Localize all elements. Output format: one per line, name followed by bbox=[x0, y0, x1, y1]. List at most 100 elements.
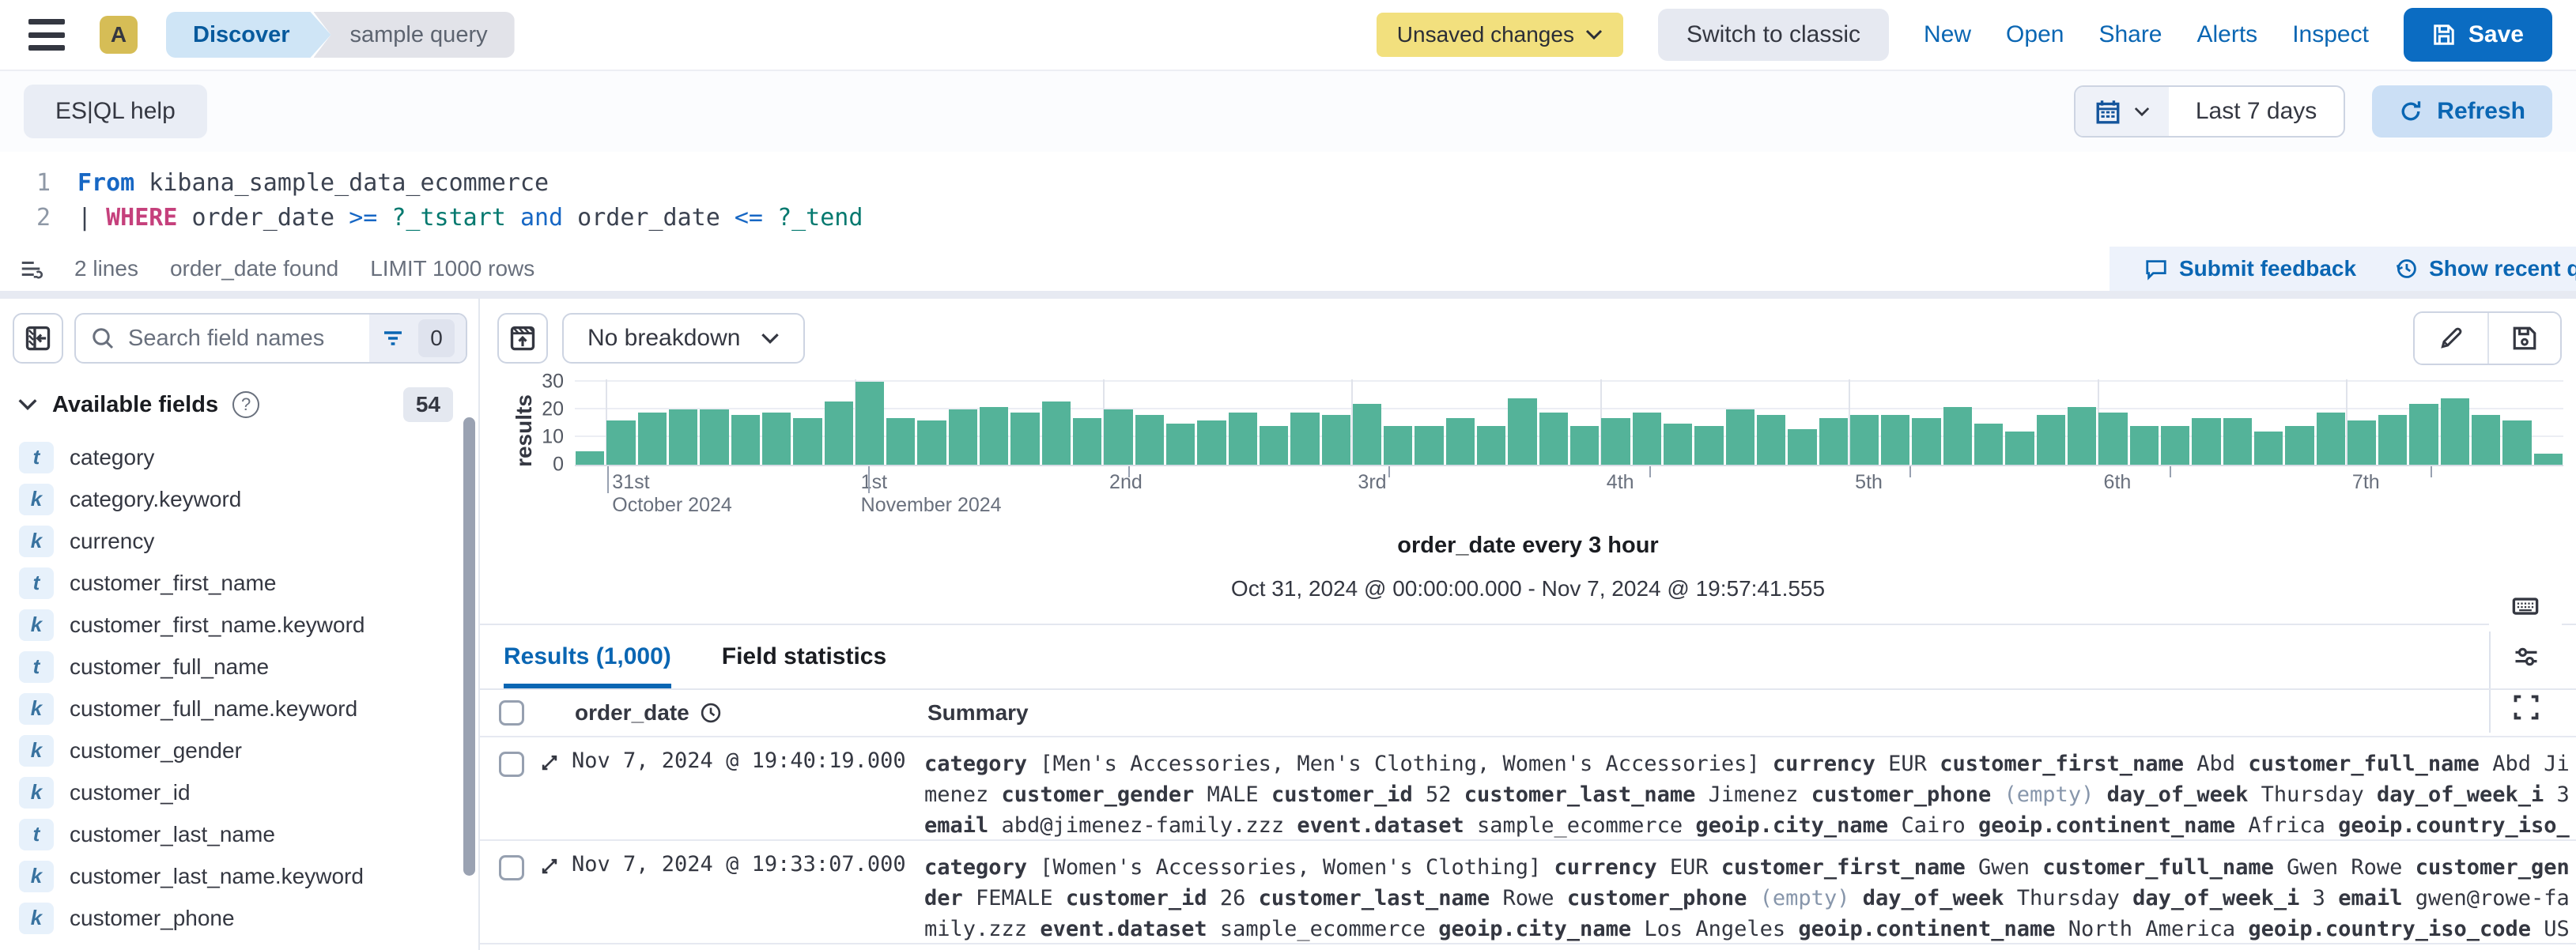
histogram-bar[interactable] bbox=[1757, 415, 1785, 465]
save-button[interactable]: Save bbox=[2404, 8, 2552, 62]
histogram-bar[interactable] bbox=[2192, 418, 2220, 465]
histogram-bar[interactable] bbox=[2068, 407, 2096, 465]
histogram-bar[interactable] bbox=[825, 401, 853, 465]
histogram-bar[interactable] bbox=[1197, 420, 1226, 465]
menu-link-new[interactable]: New bbox=[1924, 21, 1971, 48]
histogram-bar[interactable] bbox=[980, 407, 1008, 465]
histogram-bar[interactable] bbox=[1974, 424, 2003, 465]
histogram-bar[interactable] bbox=[1260, 426, 1288, 465]
histogram-bar[interactable] bbox=[1166, 424, 1195, 465]
histogram-bar[interactable] bbox=[1229, 413, 1257, 465]
esql-help-button[interactable]: ES|QL help bbox=[24, 85, 207, 138]
histogram-bar[interactable] bbox=[2347, 420, 2376, 465]
histogram-bar[interactable] bbox=[917, 420, 946, 465]
histogram-bar[interactable] bbox=[1477, 426, 1505, 465]
editor-line[interactable]: 2| WHERE order_date >= ?_tstart and orde… bbox=[0, 201, 2576, 236]
field-item-customer_phone[interactable]: kcustomer_phone bbox=[13, 897, 467, 939]
histogram-bar[interactable] bbox=[2472, 415, 2500, 465]
menu-link-open[interactable]: Open bbox=[2006, 21, 2064, 48]
display-options-button[interactable] bbox=[2489, 631, 2562, 682]
histogram-bar[interactable] bbox=[669, 409, 697, 465]
histogram-bar[interactable] bbox=[1694, 426, 1723, 465]
histogram-bar[interactable] bbox=[1881, 415, 1909, 465]
histogram-bar[interactable] bbox=[2254, 432, 2283, 465]
histogram-bar[interactable] bbox=[1322, 415, 1350, 465]
column-header-order-date[interactable]: order_date bbox=[575, 700, 891, 726]
field-item-customer_id[interactable]: kcustomer_id bbox=[13, 771, 467, 813]
histogram-bar[interactable] bbox=[1570, 426, 1599, 465]
histogram-bar[interactable] bbox=[2037, 415, 2065, 465]
histogram-bar[interactable] bbox=[1353, 404, 1381, 465]
field-item-category.keyword[interactable]: kcategory.keyword bbox=[13, 478, 467, 520]
histogram-bar[interactable] bbox=[1104, 409, 1132, 465]
histogram-bar[interactable] bbox=[1819, 418, 1848, 465]
field-item-currency[interactable]: kcurrency bbox=[13, 520, 467, 562]
histogram-bar[interactable] bbox=[1042, 401, 1071, 465]
submit-feedback-link[interactable]: Submit feedback bbox=[2144, 256, 2356, 281]
histogram-bar[interactable] bbox=[1664, 424, 1692, 465]
histogram-bar[interactable] bbox=[1446, 418, 1475, 465]
export-visualization-button[interactable] bbox=[497, 313, 548, 364]
space-avatar[interactable]: A bbox=[100, 16, 138, 54]
histogram-bar[interactable] bbox=[2534, 454, 2563, 465]
field-filter-button[interactable]: 0 bbox=[369, 315, 466, 362]
histogram-bar[interactable] bbox=[1290, 413, 1319, 465]
collapse-sidebar-button[interactable] bbox=[13, 313, 63, 364]
row-checkbox[interactable] bbox=[499, 752, 524, 777]
histogram-bar[interactable] bbox=[2441, 398, 2469, 465]
histogram-bar[interactable] bbox=[1788, 429, 1816, 465]
field-item-category[interactable]: tcategory bbox=[13, 436, 467, 478]
breadcrumb-discover[interactable]: Discover bbox=[166, 12, 331, 58]
breakdown-select[interactable]: No breakdown bbox=[562, 313, 805, 364]
histogram-bar[interactable] bbox=[793, 418, 822, 465]
histogram-bar[interactable] bbox=[762, 413, 791, 465]
keyboard-shortcuts-button[interactable] bbox=[2489, 581, 2562, 631]
histogram-bar[interactable] bbox=[1508, 398, 1536, 465]
esql-editor[interactable]: 1From kibana_sample_data_ecommerce2| WHE… bbox=[0, 152, 2576, 247]
refresh-button[interactable]: Refresh bbox=[2372, 85, 2552, 138]
tab-results[interactable]: Results (1,000) bbox=[504, 625, 671, 688]
histogram-chart[interactable]: results 0102030 31stOctober 20241stNovem… bbox=[480, 379, 2563, 515]
editor-line[interactable]: 1From kibana_sample_data_ecommerce bbox=[0, 166, 2576, 201]
histogram-bar[interactable] bbox=[1633, 413, 1661, 465]
histogram-bar[interactable] bbox=[2223, 418, 2252, 465]
histogram-bar[interactable] bbox=[1912, 418, 1940, 465]
menu-link-alerts[interactable]: Alerts bbox=[2197, 21, 2258, 48]
histogram-bar[interactable] bbox=[1539, 413, 1568, 465]
histogram-bar[interactable] bbox=[1384, 426, 1412, 465]
menu-icon[interactable] bbox=[28, 19, 65, 51]
row-checkbox[interactable] bbox=[499, 855, 524, 880]
column-header-summary[interactable]: Summary bbox=[927, 700, 1029, 726]
menu-link-inspect[interactable]: Inspect bbox=[2292, 21, 2369, 48]
time-range-value[interactable]: Last 7 days bbox=[2169, 87, 2344, 136]
save-visualization-button[interactable] bbox=[2487, 313, 2560, 364]
histogram-bar[interactable] bbox=[2378, 415, 2407, 465]
select-all-checkbox[interactable] bbox=[499, 700, 524, 726]
histogram-bar[interactable] bbox=[2409, 404, 2438, 465]
field-item-customer_first_name[interactable]: tcustomer_first_name bbox=[13, 562, 467, 604]
show-recent-queries-link[interactable]: Show recent queries bbox=[2394, 256, 2576, 281]
histogram-bar[interactable] bbox=[949, 409, 977, 465]
available-fields-header[interactable]: Available fields ? 54 bbox=[13, 387, 467, 422]
expand-row-icon[interactable] bbox=[538, 855, 561, 943]
histogram-bar[interactable] bbox=[606, 420, 635, 465]
histogram-bar[interactable] bbox=[1850, 415, 1879, 465]
search-field-names-input[interactable]: Search field names 0 bbox=[74, 313, 467, 364]
histogram-bar[interactable] bbox=[1135, 415, 1164, 465]
expand-row-icon[interactable] bbox=[538, 752, 561, 839]
field-item-customer_last_name.keyword[interactable]: kcustomer_last_name.keyword bbox=[13, 855, 467, 897]
histogram-bar[interactable] bbox=[2317, 413, 2345, 465]
histogram-bar[interactable] bbox=[731, 415, 760, 465]
histogram-bar[interactable] bbox=[2502, 420, 2531, 465]
date-picker-menu-button[interactable] bbox=[2076, 87, 2169, 136]
tab-field-statistics[interactable]: Field statistics bbox=[722, 625, 886, 688]
field-item-customer_full_name[interactable]: tcustomer_full_name bbox=[13, 646, 467, 688]
field-item-customer_first_name.keyword[interactable]: kcustomer_first_name.keyword bbox=[13, 604, 467, 646]
histogram-bar[interactable] bbox=[856, 382, 884, 465]
switch-to-classic-button[interactable]: Switch to classic bbox=[1658, 9, 1889, 61]
histogram-bar[interactable] bbox=[1601, 418, 1630, 465]
histogram-bar[interactable] bbox=[700, 409, 728, 465]
histogram-bar[interactable] bbox=[886, 418, 915, 465]
histogram-bar[interactable] bbox=[2161, 426, 2189, 465]
field-item-customer_gender[interactable]: kcustomer_gender bbox=[13, 729, 467, 771]
